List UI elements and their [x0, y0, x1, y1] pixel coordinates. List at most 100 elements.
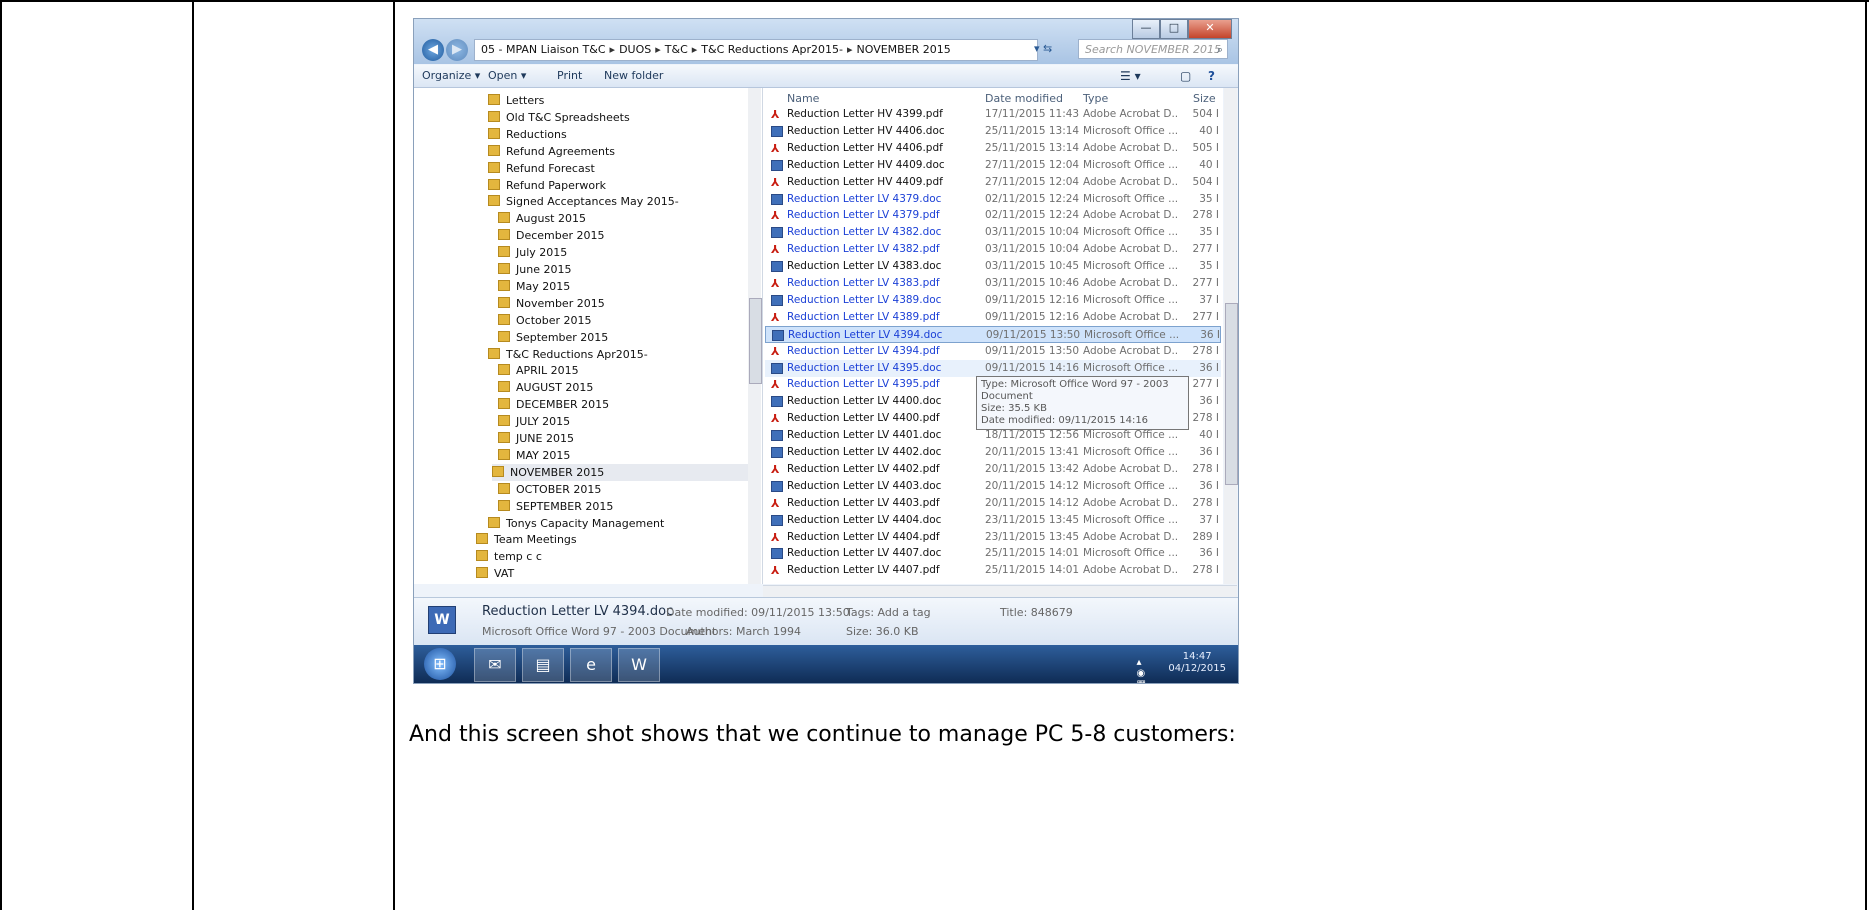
breadcrumb-item[interactable]: T&C Reductions Apr2015- — [701, 43, 843, 56]
maximize-button[interactable]: □ — [1160, 19, 1188, 39]
search-box[interactable]: Search NOVEMBER 2015 ⌕ — [1078, 39, 1228, 59]
file-row[interactable]: ⅄ Reduction Letter LV 4402.pdf 20/11/2015 … — [765, 461, 1221, 478]
tray-icons[interactable]: ▴ ◉ ▦ ◧ — [1137, 657, 1146, 683]
file-row[interactable]: ⅄ Reduction Letter LV 4389.pdf 09/11/2015 … — [765, 309, 1221, 326]
file-row[interactable]: Reduction Letter LV 4394.doc 09/11/2015 1… — [765, 325, 1221, 343]
file-row[interactable]: Reduction Letter LV 4389.doc 09/11/2015 1… — [765, 292, 1221, 309]
file-row[interactable]: ⅄ Reduction Letter HV 4409.pdf 27/11/2015 … — [765, 174, 1221, 191]
nav-tree-item[interactable]: Reductions — [488, 126, 573, 143]
nav-tree-item[interactable]: JULY 2015 — [498, 413, 576, 430]
nav-tree-item[interactable]: Team Meetings — [476, 531, 583, 548]
file-row[interactable]: ⅄ Reduction Letter HV 4406.pdf 25/11/2015 … — [765, 140, 1221, 157]
nav-tree-item[interactable]: Refund Paperwork — [488, 177, 612, 194]
explorer-taskbar-icon[interactable]: ▤ — [522, 648, 564, 682]
nav-tree-item[interactable]: September 2015 — [498, 329, 614, 346]
file-row[interactable]: Reduction Letter LV 4395.doc 09/11/2015 1… — [765, 359, 1221, 377]
file-row[interactable]: ⅄ Reduction Letter LV 4383.pdf 03/11/2015 … — [765, 275, 1221, 292]
print-button[interactable]: Print — [557, 65, 582, 87]
close-button[interactable]: ✕ — [1188, 19, 1232, 39]
refresh-button[interactable]: ▾ ⇆ — [1034, 39, 1074, 59]
help-icon[interactable]: ? — [1208, 65, 1215, 87]
breadcrumb-item[interactable]: NOVEMBER 2015 — [857, 43, 951, 56]
nav-tree-item[interactable]: June 2015 — [498, 261, 577, 278]
open-button[interactable]: Open ▾ — [488, 65, 526, 87]
start-button[interactable]: ⊞ — [424, 648, 456, 680]
internet-explorer-icon[interactable]: e — [570, 648, 612, 682]
new-folder-button[interactable]: New folder — [604, 65, 663, 87]
view-options-icon[interactable]: ☰ ▾ — [1120, 65, 1141, 87]
nav-tree-item[interactable]: May 2015 — [498, 278, 576, 295]
file-row[interactable]: ⅄ Reduction Letter HV 4399.pdf 17/11/2015 … — [765, 106, 1221, 123]
file-row[interactable]: ⅄ Reduction Letter LV 4394.pdf 09/11/2015 … — [765, 343, 1221, 360]
nav-tree-item[interactable]: 06 - Standard Templates — [418, 582, 576, 584]
back-button[interactable]: ◀ — [422, 39, 444, 61]
file-row[interactable]: Reduction Letter LV 4402.doc 20/11/2015 1… — [765, 444, 1221, 461]
nav-tree-item[interactable]: Old T&C Spreadsheets — [488, 109, 636, 126]
nav-tree-item[interactable]: Refund Agreements — [488, 143, 621, 160]
breadcrumb-separator-icon[interactable]: ▸ — [692, 43, 698, 56]
nav-scroll-thumb[interactable] — [749, 298, 762, 384]
file-row[interactable]: Reduction Letter HV 4409.doc 27/11/2015 1… — [765, 157, 1221, 174]
file-row[interactable]: Reduction Letter LV 4403.doc 20/11/2015 1… — [765, 478, 1221, 495]
nav-tree-item[interactable]: August 2015 — [498, 210, 592, 227]
breadcrumb-separator-icon[interactable]: ▸ — [655, 43, 661, 56]
nav-tree-item[interactable]: temp c c — [476, 548, 548, 565]
nav-tree-item[interactable]: July 2015 — [498, 244, 573, 261]
nav-tree-item[interactable]: DECEMBER 2015 — [498, 396, 615, 413]
column-header-type[interactable]: Type — [1083, 92, 1108, 106]
file-row[interactable]: Reduction Letter LV 4383.doc 03/11/2015 1… — [765, 258, 1221, 275]
nav-tree-item[interactable]: December 2015 — [498, 227, 611, 244]
nav-tree-item[interactable]: Tonys Capacity Management — [488, 515, 670, 532]
file-row[interactable]: ⅄ Reduction Letter LV 4379.pdf 02/11/2015 … — [765, 207, 1221, 224]
nav-tree-item[interactable]: VAT — [476, 565, 520, 582]
file-list-scroll-thumb[interactable] — [1225, 303, 1238, 485]
nav-tree-item[interactable]: November 2015 — [498, 295, 611, 312]
nav-tree-item[interactable]: Letters — [488, 92, 550, 109]
outlook-taskbar-icon[interactable]: ✉ — [474, 648, 516, 682]
address-bar[interactable]: 05 - MPAN Liaison T&C ▸ DUOS ▸ T&C ▸ T&C Reduc… — [474, 39, 1038, 61]
nav-scrollbar[interactable] — [748, 88, 762, 584]
organize-button[interactable]: Organize ▾ — [422, 65, 480, 87]
file-row[interactable]: Reduction Letter LV 4407.doc 25/11/2015 1… — [765, 545, 1221, 562]
nav-tree-item[interactable]: NOVEMBER 2015 — [492, 463, 748, 481]
file-row[interactable]: ⅄ Reduction Letter LV 4403.pdf 20/11/2015 … — [765, 495, 1221, 512]
file-row[interactable]: Reduction Letter LV 4404.doc 23/11/2015 1… — [765, 512, 1221, 529]
breadcrumb-separator-icon[interactable]: ▸ — [610, 43, 616, 56]
nav-tree-item[interactable]: JUNE 2015 — [498, 430, 580, 447]
nav-tree-item[interactable]: October 2015 — [498, 312, 598, 329]
minimize-button[interactable]: — — [1132, 19, 1160, 39]
details-tags[interactable]: Tags: Add a tag — [846, 606, 931, 619]
breadcrumb-separator-icon[interactable]: ▸ — [847, 43, 853, 56]
breadcrumb-item[interactable]: T&C — [665, 43, 688, 56]
nav-tree-item[interactable]: T&C Reductions Apr2015- — [488, 346, 654, 363]
tray-clock[interactable]: 14:47 04/12/2015 — [1168, 651, 1226, 675]
nav-tree-item[interactable]: Refund Forecast — [488, 160, 601, 177]
file-row[interactable]: ⅄ Reduction Letter LV 4382.pdf 03/11/2015 … — [765, 241, 1221, 258]
details-authors[interactable]: Authors: March 1994 — [686, 625, 801, 638]
preview-pane-icon[interactable]: ▢ — [1180, 65, 1191, 87]
file-list-scrollbar[interactable] — [1224, 88, 1238, 584]
forward-button[interactable]: ▶ — [446, 39, 468, 61]
file-size: 37 I — [1199, 513, 1219, 526]
nav-tree-label: June 2015 — [516, 263, 572, 276]
column-header-date[interactable]: Date modified — [985, 92, 1063, 106]
breadcrumb-item[interactable]: 05 - MPAN Liaison T&C — [481, 43, 606, 56]
word-taskbar-icon[interactable]: W — [618, 648, 660, 682]
nav-tree-item[interactable]: OCTOBER 2015 — [498, 481, 607, 498]
column-header-size[interactable]: Size — [1193, 92, 1216, 106]
nav-tree-item[interactable]: AUGUST 2015 — [498, 379, 599, 396]
column-header-name[interactable]: Name — [787, 92, 819, 106]
nav-tree-item[interactable]: APRIL 2015 — [498, 362, 585, 379]
details-title[interactable]: Title: 848679 — [1000, 606, 1073, 619]
search-icon[interactable]: ⌕ — [1217, 40, 1223, 60]
file-row[interactable]: ⅄ Reduction Letter LV 4407.pdf 25/11/2015 … — [765, 562, 1221, 579]
file-row[interactable]: Reduction Letter LV 4382.doc 03/11/2015 1… — [765, 224, 1221, 241]
file-row[interactable]: Reduction Letter HV 4406.doc 25/11/2015 1… — [765, 123, 1221, 140]
file-size: 504 I — [1192, 108, 1219, 120]
nav-tree-item[interactable]: MAY 2015 — [498, 447, 576, 464]
file-row[interactable]: Reduction Letter LV 4379.doc 02/11/2015 1… — [765, 191, 1221, 208]
nav-tree-item[interactable]: SEPTEMBER 2015 — [498, 498, 619, 515]
breadcrumb-item[interactable]: DUOS — [619, 43, 651, 56]
nav-tree-item[interactable]: Signed Acceptances May 2015- — [488, 193, 685, 210]
file-row[interactable]: ⅄ Reduction Letter LV 4404.pdf 23/11/2015 … — [765, 529, 1221, 546]
